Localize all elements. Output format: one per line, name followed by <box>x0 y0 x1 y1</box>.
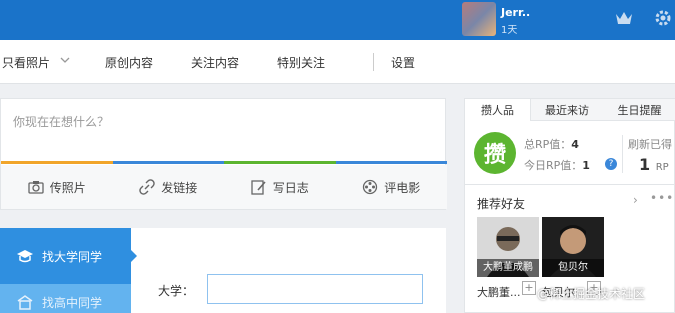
review-movie-button[interactable]: 评电影 <box>336 165 448 209</box>
chevron-down-icon[interactable] <box>60 55 70 65</box>
right-panel-tabs: 攒人品 最近来访 生日提醒 <box>465 99 675 121</box>
edit-icon <box>251 180 266 195</box>
right-panel: 攒人品 最近来访 生日提醒 攒 总RP值：4 今日RP值：1 ? 刷新已得 1 … <box>464 98 675 313</box>
total-rp: 总RP值：4 <box>524 136 579 152</box>
write-blog-label: 写日志 <box>272 180 309 195</box>
refresh-rp-number: 1 <box>639 155 651 174</box>
total-rp-value: 4 <box>571 138 579 151</box>
university-input[interactable] <box>207 274 423 304</box>
more-options-icon[interactable]: ••• <box>650 191 674 205</box>
friend-caption: 包贝尔 <box>542 259 604 277</box>
watermark: @稀土掘金技术社区 <box>537 287 646 301</box>
upload-photo-label: 传照片 <box>49 180 86 195</box>
user-avatar[interactable] <box>462 2 496 36</box>
tab-find-highschool-classmates[interactable]: 找高中同学 <box>0 286 131 313</box>
nav-divider <box>373 53 374 71</box>
composer-actions: 传照片 发链接 写日志 评电影 <box>1 165 447 209</box>
share-link-label: 发链接 <box>161 180 198 195</box>
camera-icon <box>28 181 44 194</box>
crown-icon[interactable] <box>614 9 634 27</box>
find-classmates-panel: 找大学同学 找高中同学 大学： <box>0 228 446 313</box>
tab-rp[interactable]: 攒人品 <box>465 99 531 121</box>
active-tab-arrow <box>131 250 137 262</box>
next-arrow-icon[interactable]: › <box>633 193 638 207</box>
add-friend-button[interactable]: + <box>522 281 536 295</box>
nav-item-special-follow[interactable]: 特别关注 <box>277 54 325 71</box>
upload-photo-button[interactable]: 传照片 <box>1 165 113 209</box>
today-rp-value: 1 <box>582 159 590 172</box>
friend-card[interactable]: 包贝尔 <box>542 217 604 277</box>
feed-filter-nav: 只看照片 原创内容 关注内容 特别关注 设置 <box>0 40 675 84</box>
member-days: 1天 <box>501 25 518 36</box>
graduation-cap-icon <box>17 250 33 263</box>
today-rp: 今日RP值：1 <box>524 157 590 173</box>
tab-recent-visitors[interactable]: 最近来访 <box>531 99 603 121</box>
status-composer: 你现在在想什么？ 传照片 发链接 写日志 评电影 <box>0 98 447 210</box>
nav-item-settings[interactable]: 设置 <box>391 54 415 71</box>
nav-item-following[interactable]: 关注内容 <box>191 54 239 71</box>
tab-find-university-classmates[interactable]: 找大学同学 <box>0 228 137 284</box>
share-link-button[interactable]: 发链接 <box>113 165 225 209</box>
status-input[interactable]: 你现在在想什么？ <box>13 113 109 130</box>
recommend-friends-title: 推荐好友 <box>477 197 526 211</box>
gear-icon[interactable] <box>654 9 672 27</box>
tab-highschool-label: 找高中同学 <box>42 295 103 310</box>
section-divider <box>465 184 675 185</box>
today-rp-label: 今日RP值： <box>524 159 583 172</box>
friend-caption: 大鹏董成鹏 <box>477 259 539 277</box>
total-rp-label: 总RP值： <box>524 138 572 151</box>
top-bar: Jerr.. 1天 <box>0 0 675 40</box>
school-icon <box>17 295 33 310</box>
friend-name[interactable]: 大鹏董... <box>477 284 521 300</box>
university-label: 大学： <box>158 284 195 298</box>
rp-divider <box>622 135 623 173</box>
refresh-rp-unit: RP <box>655 162 669 173</box>
color-bar <box>1 161 447 164</box>
help-icon[interactable]: ? <box>605 158 617 170</box>
tab-birthday-reminder[interactable]: 生日提醒 <box>603 99 675 121</box>
refresh-rp-label[interactable]: 刷新已得 <box>628 136 672 152</box>
username[interactable]: Jerr.. <box>501 6 530 19</box>
film-reel-icon <box>363 179 378 195</box>
write-blog-button[interactable]: 写日志 <box>224 165 336 209</box>
review-movie-label: 评电影 <box>384 180 421 195</box>
rp-badge-icon: 攒 <box>474 132 516 174</box>
nav-item-photos-only[interactable]: 只看照片 <box>2 54 50 71</box>
link-icon <box>139 179 155 195</box>
refresh-rp-value: 1 RP <box>639 155 669 174</box>
nav-item-original[interactable]: 原创内容 <box>105 54 153 71</box>
tab-university-label: 找大学同学 <box>42 249 103 264</box>
friend-card[interactable]: 大鹏董成鹏 <box>477 217 539 277</box>
